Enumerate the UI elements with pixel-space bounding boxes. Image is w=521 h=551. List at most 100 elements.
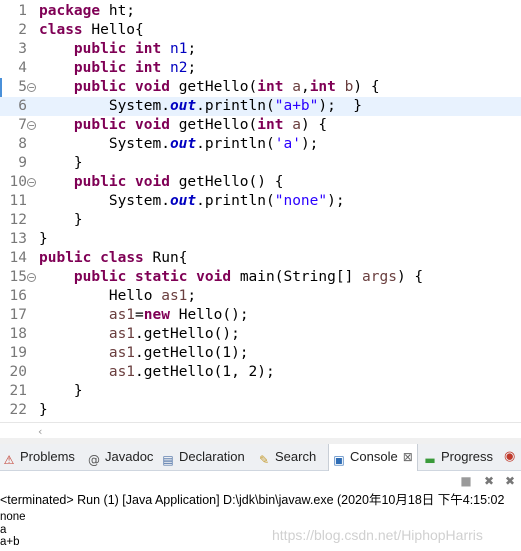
watermark: https://blog.csdn.net/HiphopHarris: [272, 527, 483, 543]
code-text: public void getHello() {: [39, 173, 284, 192]
terminate-icon[interactable]: ■: [459, 474, 473, 488]
code-token: .getHello(1);: [135, 345, 249, 361]
fold-toggle-icon[interactable]: [27, 273, 36, 282]
code-token: getHello() {: [169, 174, 284, 190]
code-line[interactable]: 4 public int n2;: [0, 59, 521, 78]
code-editor[interactable]: 1 package ht; 2 class Hello{3 public int n1…: [0, 0, 521, 422]
code-token: ;: [187, 41, 197, 57]
code-line[interactable]: 10 public void getHello() {: [0, 173, 521, 192]
code-line[interactable]: 12 }: [0, 211, 521, 230]
code-token: =: [135, 307, 144, 323]
code-token: }: [39, 155, 83, 171]
code-token: void: [196, 269, 232, 285]
line-number: 7: [18, 117, 27, 133]
remove-launch-icon[interactable]: ✖: [482, 474, 496, 488]
code-token: getHello(: [169, 117, 258, 133]
console-toolbar: ■ ✖ ✖: [0, 471, 521, 491]
line-number: 12: [9, 212, 27, 228]
problems-icon: ⚠: [3, 453, 15, 467]
tab-problems[interactable]: ⚠ Problems: [2, 444, 75, 470]
code-line[interactable]: 11 System.out.println("none");: [0, 192, 521, 211]
code-line[interactable]: 2 class Hello{: [0, 21, 521, 40]
code-token: public: [39, 250, 92, 266]
code-line[interactable]: 20 as1.getHello(1, 2);: [0, 363, 521, 382]
code-line[interactable]: 17 as1=new Hello();: [0, 306, 521, 325]
code-token: Hello{: [82, 22, 144, 38]
code-line[interactable]: 6 System.out.println("a+b"); }: [0, 97, 521, 116]
code-token: void: [135, 117, 170, 133]
code-line[interactable]: 18 as1.getHello();: [0, 325, 521, 344]
code-token: .println(: [196, 136, 275, 152]
more-views-icon[interactable]: ◉: [504, 444, 515, 470]
bottom-panel-tabbar: ⚠ Problems @ Javadoc ▤ Declaration ✎ Search ▣ Con…: [0, 444, 521, 471]
code-token: as1: [108, 326, 136, 342]
close-tab-icon[interactable]: ⊠: [403, 450, 413, 464]
code-line[interactable]: 8 System.out.println('a');: [0, 135, 521, 154]
code-token: getHello(: [169, 79, 258, 95]
code-text: }: [39, 230, 48, 249]
code-token: ;: [187, 288, 197, 304]
code-line[interactable]: 9 }: [0, 154, 521, 173]
tab-label: Declaration: [179, 449, 245, 464]
scroll-left-arrow-icon[interactable]: ‹: [38, 425, 42, 438]
code-line[interactable]: 19 as1.getHello(1);: [0, 344, 521, 363]
code-token: class: [100, 250, 144, 266]
console-output-line: none: [0, 511, 26, 523]
fold-toggle-icon[interactable]: [27, 178, 36, 187]
code-token: ht;: [100, 3, 136, 19]
tab-javadoc[interactable]: @ Javadoc: [87, 444, 153, 470]
code-line[interactable]: 3 public int n1;: [0, 40, 521, 59]
code-token: int: [257, 117, 284, 133]
code-text: public void getHello(int a) {: [39, 116, 327, 135]
code-text: as1.getHello(1);: [39, 344, 249, 363]
line-number: 11: [9, 193, 27, 209]
code-line[interactable]: 21 }: [0, 382, 521, 401]
code-token: static: [135, 269, 188, 285]
code-line[interactable]: 14 public class Run{: [0, 249, 521, 268]
code-text: as1.getHello();: [39, 325, 240, 344]
code-line[interactable]: 1 package ht;: [0, 2, 521, 21]
code-token: .println(: [196, 98, 275, 114]
code-line[interactable]: 13}: [0, 230, 521, 249]
tab-progress[interactable]: ▬ Progress: [423, 444, 493, 470]
code-token: .println(: [196, 193, 275, 209]
line-number: 9: [18, 155, 27, 171]
fold-toggle-icon[interactable]: [27, 83, 36, 92]
code-token: void: [135, 79, 170, 95]
code-line[interactable]: 5 public void getHello(int a,int b) {: [0, 78, 521, 97]
code-token: main(String[]: [231, 269, 363, 285]
fold-toggle-icon[interactable]: [27, 121, 36, 130]
code-token: out: [169, 98, 197, 114]
code-token: .getHello(1, 2);: [135, 364, 275, 380]
code-token: Hello();: [169, 307, 249, 323]
code-token: ) {: [300, 117, 328, 133]
code-line[interactable]: 16 Hello as1;: [0, 287, 521, 306]
code-token: void: [135, 174, 170, 190]
tab-console[interactable]: ▣ Console ⊠: [328, 444, 418, 471]
tab-label: Javadoc: [105, 449, 154, 464]
code-token: "a+b": [274, 98, 319, 114]
code-token: int: [135, 60, 162, 76]
code-text: }: [39, 211, 83, 230]
code-line[interactable]: 7 public void getHello(int a) {: [0, 116, 521, 135]
line-number: 20: [9, 364, 27, 380]
code-token: "none": [274, 193, 328, 209]
code-token: as1: [108, 307, 136, 323]
code-text: as1=new Hello();: [39, 306, 249, 325]
code-token: Run{: [143, 250, 188, 266]
code-line[interactable]: 22}: [0, 401, 521, 420]
remove-all-terminated-icon[interactable]: ✖: [503, 474, 517, 488]
tab-search[interactable]: ✎ Search: [257, 444, 316, 470]
line-number: 18: [9, 326, 27, 342]
editor-horizontal-scrollbar[interactable]: ‹: [0, 422, 521, 439]
code-line[interactable]: 15 public static void main(String[] args…: [0, 268, 521, 287]
code-text: Hello as1;: [39, 287, 196, 306]
code-token: class: [39, 22, 83, 38]
tab-declaration[interactable]: ▤ Declaration: [161, 444, 245, 470]
